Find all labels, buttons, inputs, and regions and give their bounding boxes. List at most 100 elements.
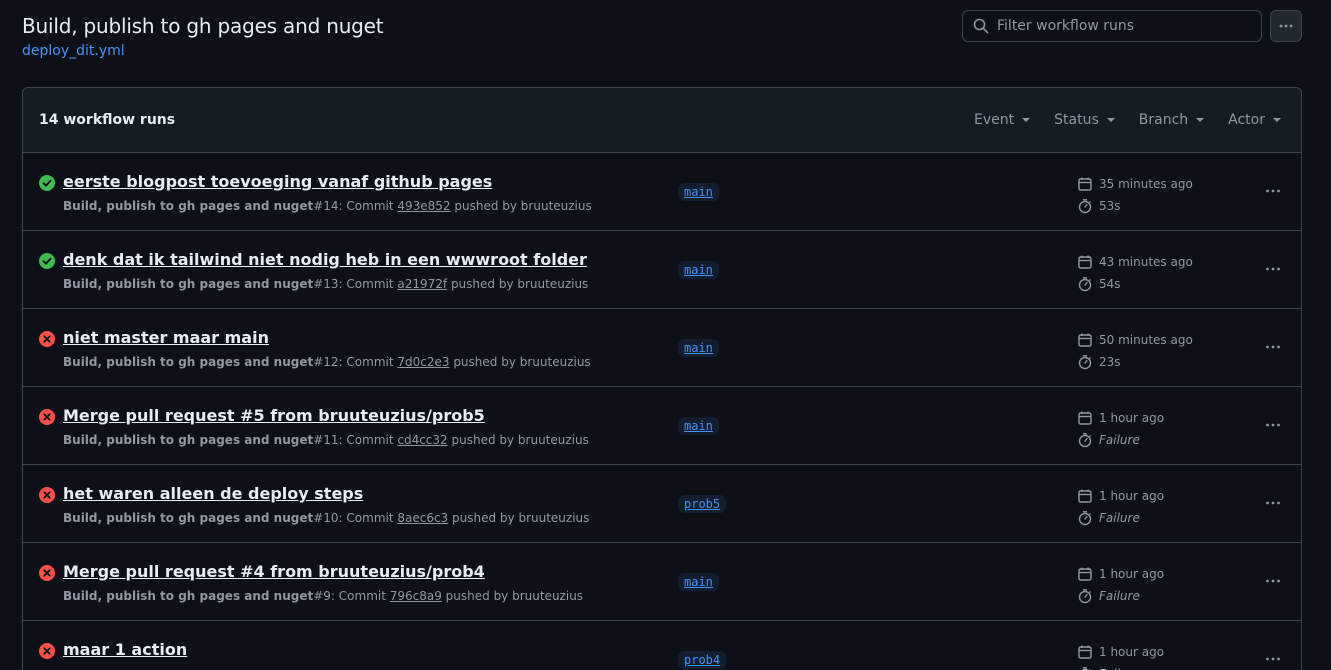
x-circle-fill-icon (39, 565, 55, 581)
run-number: #14 (313, 199, 339, 213)
run-timing: 35 minutes ago 53s (1077, 173, 1193, 217)
more-options-button[interactable] (1270, 10, 1302, 42)
commit-sha-link[interactable]: 796c8a9 (390, 589, 442, 603)
run-meta: Build, publish to gh pages and nuget#14:… (63, 199, 592, 213)
run-commit-label: : Commit (338, 511, 398, 525)
run-title-link[interactable]: denk dat ik tailwind niet nodig heb in e… (63, 250, 587, 269)
run-time: 1 hour ago (1077, 641, 1164, 663)
row-more-button[interactable] (1261, 417, 1285, 433)
run-duration-text: Failure (1099, 589, 1140, 603)
caret-down-icon (1196, 118, 1205, 122)
run-pushed-by: pushed by bruuteuzius (448, 511, 590, 525)
table-row[interactable]: eerste blogpost toevoeging vanaf github … (23, 153, 1301, 231)
status-icon (39, 565, 55, 581)
row-more-button[interactable] (1261, 261, 1285, 277)
table-row[interactable]: Merge pull request #5 from bruuteuzius/p… (23, 387, 1301, 465)
caret-down-icon (1273, 118, 1281, 122)
calendar-icon (1078, 489, 1092, 503)
filter-status-button[interactable]: Status (1054, 112, 1115, 128)
stopwatch-icon (1078, 511, 1092, 526)
run-time-text: 35 minutes ago (1099, 177, 1193, 191)
caret-down-icon (1106, 118, 1115, 122)
kebab-horizontal-icon (1266, 579, 1280, 583)
branch-label[interactable]: main (678, 339, 719, 357)
run-title-link[interactable]: het waren alleen de deploy steps (63, 484, 363, 503)
calendar-icon (1078, 645, 1092, 659)
page-header: Build, publish to gh pages and nuget dep… (22, 14, 384, 59)
branch-label[interactable]: main (678, 417, 719, 435)
run-title-link[interactable]: Merge pull request #4 from bruuteuzius/p… (63, 562, 485, 581)
run-meta: Build, publish to gh pages and nuget#13:… (63, 277, 588, 291)
run-commit-label: : Commit (330, 589, 390, 603)
run-pushed-by: pushed by bruuteuzius (447, 433, 589, 447)
row-more-button[interactable] (1261, 183, 1285, 199)
run-workflow-name: Build, publish to gh pages and nuget (63, 277, 314, 291)
run-number: #9 (313, 589, 331, 603)
row-more-button[interactable] (1261, 573, 1285, 589)
check-circle-fill-icon (39, 253, 55, 269)
filter-label: Event (974, 112, 1015, 128)
run-commit-label: : Commit (338, 277, 398, 291)
run-time: 1 hour ago (1077, 563, 1164, 585)
branch-label[interactable]: prob5 (678, 495, 727, 513)
run-duration: Failure (1077, 507, 1164, 529)
commit-sha-link[interactable]: a21972f (397, 277, 447, 291)
table-row[interactable]: niet master maar main Build, publish to … (23, 309, 1301, 387)
calendar-icon (1078, 567, 1092, 581)
stopwatch-icon (1078, 433, 1092, 448)
run-title-link[interactable]: Merge pull request #5 from bruuteuzius/p… (63, 406, 485, 425)
stopwatch-icon (1078, 589, 1092, 604)
workflow-runs-page: Build, publish to gh pages and nuget dep… (0, 0, 1331, 670)
run-timing: 43 minutes ago 54s (1077, 251, 1193, 295)
table-row[interactable]: Merge pull request #4 from bruuteuzius/p… (23, 543, 1301, 621)
filter-workflow-runs[interactable] (962, 10, 1262, 42)
run-duration-text: 53s (1099, 199, 1121, 213)
run-rows: eerste blogpost toevoeging vanaf github … (23, 153, 1301, 670)
kebab-horizontal-icon (1266, 267, 1280, 271)
branch-label[interactable]: prob4 (678, 651, 727, 669)
run-time-text: 1 hour ago (1099, 645, 1165, 659)
caret-down-icon (1022, 118, 1031, 122)
run-duration: 53s (1077, 195, 1193, 217)
kebab-horizontal-icon (1266, 345, 1280, 349)
filter-branch-button[interactable]: Branch (1139, 112, 1205, 128)
table-row[interactable]: het waren alleen de deploy steps Build, … (23, 465, 1301, 543)
table-row[interactable]: denk dat ik tailwind niet nodig heb in e… (23, 231, 1301, 309)
run-time-text: 1 hour ago (1099, 567, 1165, 581)
run-time-text: 1 hour ago (1099, 411, 1165, 425)
run-title-link[interactable]: niet master maar main (63, 328, 269, 347)
row-more-button[interactable] (1261, 339, 1285, 355)
run-timing: 1 hour ago Failure (1077, 563, 1164, 607)
filter-label: Actor (1228, 112, 1265, 128)
search-icon (973, 18, 989, 34)
status-icon (39, 643, 55, 659)
branch-label[interactable]: main (678, 183, 719, 201)
run-meta: Build, publish to gh pages and nuget#12:… (63, 355, 591, 369)
run-duration-text: Failure (1099, 433, 1140, 447)
run-timing: 1 hour ago Failure (1077, 641, 1164, 670)
filter-event-button[interactable]: Event (974, 112, 1031, 128)
run-title-link[interactable]: eerste blogpost toevoeging vanaf github … (63, 172, 492, 191)
commit-sha-link[interactable]: 493e852 (397, 199, 450, 213)
commit-sha-link[interactable]: 8aec6c3 (397, 511, 448, 525)
run-number: #12 (313, 355, 339, 369)
commit-sha-link[interactable]: 7d0c2e3 (397, 355, 449, 369)
filter-actor-button[interactable]: Actor (1228, 112, 1281, 128)
run-timing: 50 minutes ago 23s (1077, 329, 1193, 373)
run-commit-label: : Commit (338, 355, 398, 369)
run-time: 1 hour ago (1077, 407, 1164, 429)
list-filters: Event Status Branch Actor (950, 88, 1281, 152)
workflow-file-link[interactable]: deploy_dit.yml (22, 43, 383, 59)
table-row[interactable]: maar 1 action prob4 1 hour ago Failure (23, 621, 1301, 670)
commit-sha-link[interactable]: cd4cc32 (397, 433, 447, 447)
kebab-horizontal-icon (1279, 24, 1293, 28)
filter-input[interactable] (997, 18, 1257, 34)
run-commit-label: : Commit (338, 433, 398, 447)
row-more-button[interactable] (1261, 651, 1285, 667)
run-title-link[interactable]: maar 1 action (63, 640, 187, 659)
branch-label[interactable]: main (678, 573, 719, 591)
run-time: 43 minutes ago (1077, 251, 1193, 273)
branch-label[interactable]: main (678, 261, 719, 279)
row-more-button[interactable] (1261, 495, 1285, 511)
run-duration: Failure (1077, 585, 1164, 607)
